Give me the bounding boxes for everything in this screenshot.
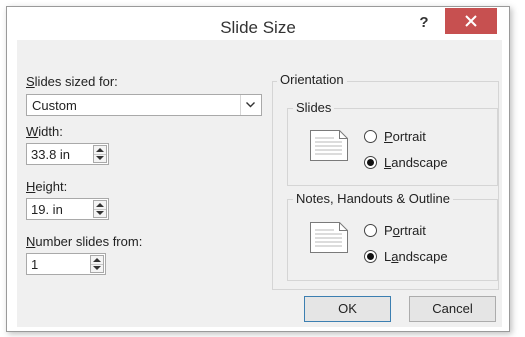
- sized-for-dropdown[interactable]: Custom: [26, 94, 262, 116]
- height-stepper[interactable]: 19. in: [26, 198, 109, 220]
- slides-group-title: Slides: [293, 100, 335, 115]
- notes-landscape-label[interactable]: Landscape: [384, 249, 448, 264]
- sized-for-value: Custom: [32, 98, 77, 113]
- arrow-down-icon: [93, 266, 101, 270]
- number-decrement-button[interactable]: [91, 264, 103, 272]
- number-spin-buttons: [90, 255, 104, 273]
- dropdown-arrow[interactable]: [240, 95, 261, 115]
- number-slides-stepper[interactable]: 1: [26, 253, 106, 275]
- number-slides-value[interactable]: 1: [31, 257, 38, 272]
- width-value[interactable]: 33.8 in: [31, 147, 70, 162]
- width-decrement-button[interactable]: [94, 154, 106, 162]
- slides-portrait-label[interactable]: Portrait: [384, 129, 426, 144]
- slides-landscape-radio[interactable]: [364, 156, 377, 169]
- cancel-button[interactable]: Cancel: [409, 296, 496, 322]
- width-stepper[interactable]: 33.8 in: [26, 143, 109, 165]
- arrow-up-icon: [93, 258, 101, 262]
- help-button[interactable]: ?: [410, 9, 438, 37]
- notes-portrait-label[interactable]: Portrait: [384, 223, 426, 238]
- notes-group-title: Notes, Handouts & Outline: [293, 191, 453, 206]
- height-spin-buttons: [93, 200, 107, 218]
- height-value[interactable]: 19. in: [31, 202, 63, 217]
- number-slides-label: Number slides from:: [26, 234, 143, 249]
- slide-size-dialog: Slide Size ? Slides sized for: Custom Wi…: [6, 6, 510, 332]
- width-spin-buttons: [93, 145, 107, 163]
- arrow-up-icon: [96, 148, 104, 152]
- height-label: Height:: [26, 179, 68, 194]
- slides-landscape-label[interactable]: Landscape: [384, 155, 448, 170]
- chevron-down-icon: [246, 102, 255, 108]
- landscape-page-icon: [310, 130, 348, 161]
- arrow-down-icon: [96, 156, 104, 160]
- notes-landscape-radio[interactable]: [364, 250, 377, 263]
- orientation-title: Orientation: [277, 72, 347, 87]
- slides-portrait-radio[interactable]: [364, 130, 377, 143]
- close-button[interactable]: [445, 8, 497, 34]
- notes-portrait-radio[interactable]: [364, 224, 377, 237]
- landscape-page-icon: [310, 222, 348, 253]
- close-icon: [465, 15, 477, 27]
- height-decrement-button[interactable]: [94, 209, 106, 217]
- dialog-content: Slides sized for: Custom Width: 33.8 in: [17, 40, 502, 327]
- width-label: Width:: [26, 124, 63, 139]
- arrow-down-icon: [96, 211, 104, 215]
- arrow-up-icon: [96, 203, 104, 207]
- ok-button[interactable]: OK: [304, 296, 391, 322]
- sized-for-label: Slides sized for:: [26, 74, 118, 89]
